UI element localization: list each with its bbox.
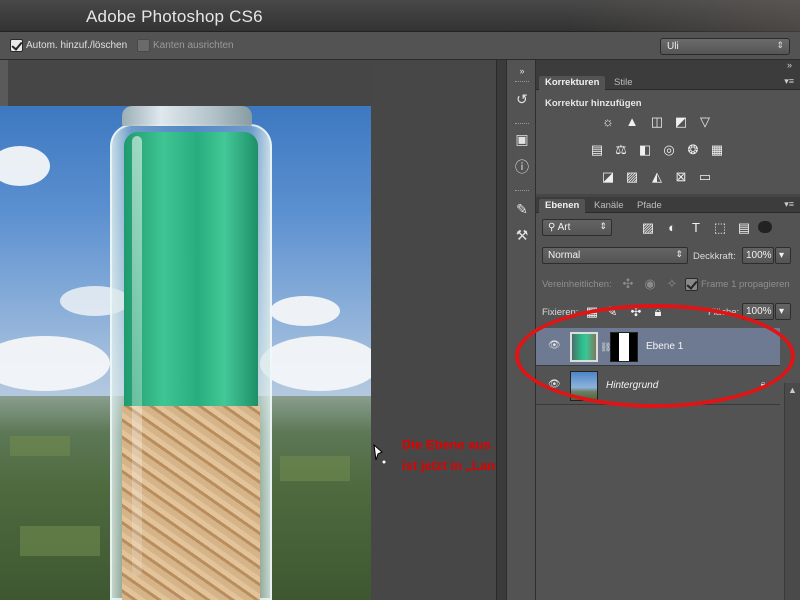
fill-dropdown[interactable]: ▾ bbox=[775, 303, 791, 320]
hue-saturation-icon[interactable]: ▤ bbox=[589, 143, 605, 157]
3d-icon[interactable]: ▣ bbox=[513, 130, 531, 148]
selective-color-icon[interactable]: ⊠ bbox=[673, 170, 689, 184]
panel-menu-icon[interactable]: ▾≡ bbox=[784, 199, 794, 210]
chevron-updown-icon: ⇕ bbox=[776, 40, 784, 50]
layer-filter-value: Art bbox=[557, 222, 571, 233]
tab-ebenen[interactable]: Ebenen bbox=[539, 199, 586, 213]
color-lookup-icon[interactable]: ▦ bbox=[709, 143, 725, 157]
blend-mode-value: Normal bbox=[548, 250, 581, 261]
unify-position-icon[interactable]: ✣ bbox=[620, 277, 636, 291]
chevron-down-icon: ▾ bbox=[779, 306, 785, 317]
blend-mode-select[interactable]: Normal ⇕ bbox=[542, 247, 688, 264]
auto-add-delete-checkbox[interactable] bbox=[10, 39, 23, 52]
filter-pixel-icon[interactable]: ▨ bbox=[640, 221, 656, 235]
panel-menu-icon[interactable]: ▾≡ bbox=[784, 76, 794, 87]
curves-icon[interactable]: ◫ bbox=[649, 115, 665, 129]
brush-presets-icon[interactable]: ✎ bbox=[513, 200, 531, 218]
invert-icon[interactable]: ◪ bbox=[600, 170, 616, 184]
scroll-up-icon[interactable]: ▲ bbox=[788, 385, 797, 395]
tab-pfade[interactable]: Pfade bbox=[631, 199, 668, 213]
options-bar: Autom. hinzuf./löschen Kanten ausrichten… bbox=[0, 32, 800, 60]
search-icon: ⚲ bbox=[548, 222, 556, 233]
exposure-icon[interactable]: ◩ bbox=[673, 115, 689, 129]
title-bar-accent bbox=[570, 0, 800, 32]
posterize-icon[interactable]: ▨ bbox=[624, 170, 640, 184]
channel-mixer-icon[interactable]: ❂ bbox=[685, 143, 701, 157]
adjustments-panel: Korrekturen Stile ▾≡ Korrektur hinzufüge… bbox=[536, 74, 800, 194]
opacity-label: Deckkraft: bbox=[693, 251, 736, 262]
filter-toggle[interactable] bbox=[758, 221, 772, 233]
history-icon[interactable]: ↺ bbox=[513, 90, 531, 108]
unify-style-icon[interactable]: ✧ bbox=[664, 277, 680, 291]
auto-add-delete-label: Autom. hinzuf./löschen bbox=[26, 40, 128, 51]
unify-label: Vereinheitlichen: bbox=[542, 279, 612, 290]
opacity-dropdown[interactable]: ▾ bbox=[775, 247, 791, 264]
info-icon[interactable]: ⓘ bbox=[513, 158, 531, 176]
tool-presets-icon[interactable]: ⚒ bbox=[513, 226, 531, 244]
app-title: Adobe Photoshop CS6 bbox=[86, 7, 263, 26]
layers-scrollbar[interactable]: ▲ bbox=[784, 383, 800, 600]
align-edges-checkbox[interactable] bbox=[137, 39, 150, 52]
collapse-arrows-icon[interactable]: » bbox=[513, 62, 531, 80]
propagate-label: Frame 1 propagieren bbox=[701, 279, 790, 290]
tab-korrekturen[interactable]: Korrekturen bbox=[539, 76, 606, 90]
threshold-icon[interactable]: ◭ bbox=[649, 170, 665, 184]
filter-shape-icon[interactable]: ⬚ bbox=[712, 221, 728, 235]
opacity-value: 100% bbox=[746, 250, 772, 261]
chevron-down-icon: ▾ bbox=[779, 250, 785, 261]
layer-filter-select[interactable]: ⚲ Art ⇕ bbox=[542, 219, 612, 236]
pasta-jar-layer bbox=[110, 106, 272, 600]
fill-value: 100% bbox=[746, 306, 772, 317]
adjustments-heading: Korrektur hinzufügen bbox=[545, 98, 642, 109]
vibrance-icon[interactable]: ▽ bbox=[697, 115, 713, 129]
chevron-updown-icon: ⇕ bbox=[599, 221, 607, 231]
workspace-value: Uli bbox=[667, 41, 679, 52]
brightness-icon[interactable]: ☼ bbox=[600, 115, 616, 129]
pen-cursor-icon bbox=[373, 444, 386, 464]
tab-stile[interactable]: Stile bbox=[608, 76, 638, 90]
panel-collapse-strip[interactable] bbox=[496, 60, 506, 600]
panel-dock-header: » bbox=[536, 60, 800, 74]
chevron-updown-icon: ⇕ bbox=[675, 249, 683, 259]
color-balance-icon[interactable]: ⚖ bbox=[613, 143, 629, 157]
opacity-input[interactable]: 100% bbox=[742, 247, 774, 264]
propagate-checkbox[interactable] bbox=[685, 278, 698, 291]
tab-kanaele[interactable]: Kanäle bbox=[588, 199, 630, 213]
photoshop-window: { "app": {"title": "Adobe Photoshop CS6"… bbox=[0, 0, 800, 600]
black-white-icon[interactable]: ◧ bbox=[637, 143, 653, 157]
highlight-ellipse bbox=[515, 304, 795, 408]
gradient-map-icon[interactable]: ▭ bbox=[697, 170, 713, 184]
filter-type-icon[interactable]: T bbox=[688, 221, 704, 235]
collapse-arrows-icon[interactable]: » bbox=[787, 60, 792, 70]
title-bar: Adobe Photoshop CS6 bbox=[0, 0, 800, 32]
workspace-background bbox=[371, 60, 496, 600]
filter-adjustment-icon[interactable]: ◐ bbox=[664, 221, 680, 235]
workspace-select[interactable]: Uli ⇕ bbox=[660, 38, 790, 55]
filter-smart-object-icon[interactable]: ▤ bbox=[736, 221, 752, 235]
align-edges-label: Kanten ausrichten bbox=[153, 40, 234, 51]
unify-visibility-icon[interactable]: ◉ bbox=[642, 277, 658, 291]
levels-icon[interactable]: ▲ bbox=[624, 115, 640, 129]
photo-filter-icon[interactable]: ◎ bbox=[661, 143, 677, 157]
